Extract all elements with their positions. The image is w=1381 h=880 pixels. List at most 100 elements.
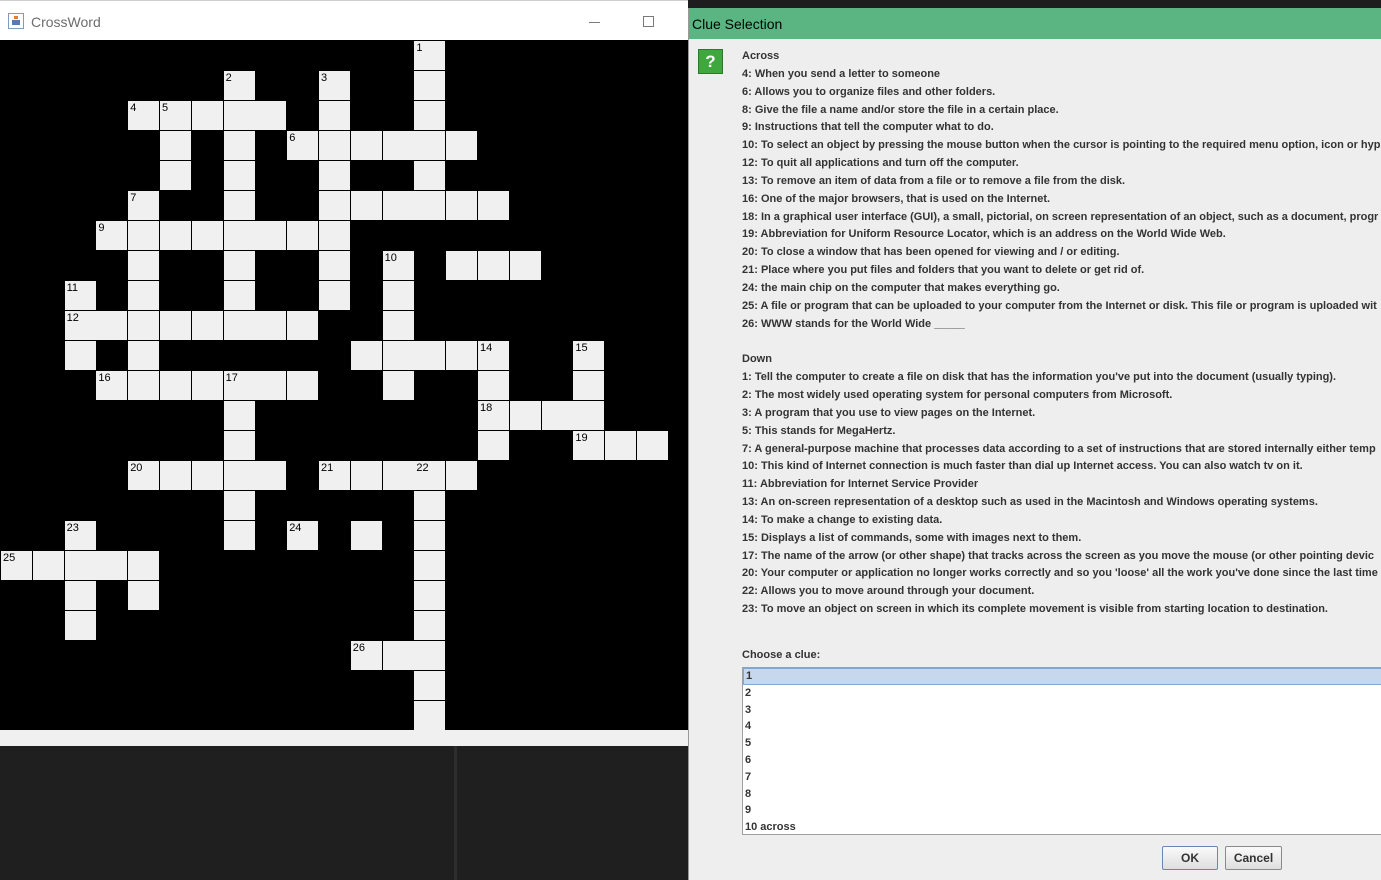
grid-cell[interactable]: 5 [160, 101, 191, 130]
grid-cell[interactable]: 20 [128, 461, 160, 490]
grid-cell[interactable] [414, 581, 446, 610]
grid-cell[interactable] [605, 431, 637, 460]
grid-cell[interactable] [573, 401, 605, 430]
grid-cell[interactable] [414, 671, 446, 700]
grid-cell[interactable] [32, 551, 64, 580]
grid-cell[interactable] [446, 191, 478, 220]
grid-cell[interactable] [414, 101, 446, 130]
grid-cell[interactable] [509, 251, 541, 280]
grid-cell[interactable] [541, 401, 573, 430]
list-item[interactable]: 9 [743, 802, 1381, 819]
grid-cell[interactable] [382, 281, 414, 310]
grid-cell[interactable] [382, 341, 414, 370]
grid-cell[interactable] [160, 311, 191, 340]
grid-cell[interactable] [223, 401, 255, 430]
grid-cell[interactable]: 11 [64, 281, 96, 310]
grid-cell[interactable] [382, 641, 414, 670]
grid-cell[interactable] [414, 341, 446, 370]
grid-cell[interactable] [223, 461, 255, 490]
grid-cell[interactable]: 10 [382, 251, 414, 280]
grid-cell[interactable] [319, 191, 350, 220]
grid-cell[interactable] [255, 371, 287, 400]
grid-cell[interactable]: 26 [350, 641, 382, 670]
grid-cell[interactable] [223, 161, 255, 190]
cancel-button[interactable]: Cancel [1225, 846, 1282, 870]
grid-cell[interactable] [414, 701, 446, 730]
grid-cell[interactable] [414, 551, 446, 580]
grid-cell[interactable]: 18 [478, 401, 509, 430]
grid-cell[interactable] [382, 131, 414, 160]
list-item[interactable]: 8 [743, 786, 1381, 803]
grid-cell[interactable] [160, 221, 191, 250]
grid-cell[interactable] [255, 311, 287, 340]
grid-cell[interactable] [478, 371, 509, 400]
grid-cell[interactable] [64, 611, 96, 640]
grid-cell[interactable] [160, 161, 191, 190]
maximize-button[interactable] [636, 9, 660, 35]
grid-cell[interactable] [223, 191, 255, 220]
grid-cell[interactable]: 9 [96, 221, 128, 250]
grid-cell[interactable] [382, 461, 414, 490]
main-title-bar[interactable]: CrossWord [0, 0, 688, 40]
grid-cell[interactable]: 12 [64, 311, 96, 340]
grid-cell[interactable] [128, 551, 160, 580]
crossword-grid[interactable]: 1 2 3 4 5 6 7 9 10 11 12 14 15 16 17 18 19 20 21 22 23 24 25 26 [0, 40, 688, 730]
grid-cell[interactable] [160, 371, 191, 400]
grid-cell[interactable] [223, 311, 255, 340]
grid-cell[interactable]: 4 [128, 101, 160, 130]
grid-cell[interactable]: 3 [319, 71, 350, 100]
list-item[interactable]: 10 across [743, 819, 1381, 834]
list-item[interactable]: 6 [743, 752, 1381, 769]
list-item[interactable]: 3 [743, 702, 1381, 719]
grid-cell[interactable] [350, 521, 382, 550]
list-item[interactable]: 4 [743, 718, 1381, 735]
grid-cell[interactable] [128, 311, 160, 340]
grid-cell[interactable] [223, 521, 255, 550]
grid-cell[interactable]: 19 [573, 431, 605, 460]
grid-cell[interactable] [128, 581, 160, 610]
grid-cell[interactable] [128, 251, 160, 280]
grid-cell[interactable] [446, 251, 478, 280]
grid-cell[interactable]: 25 [1, 551, 32, 580]
grid-cell[interactable] [96, 311, 128, 340]
grid-cell[interactable] [414, 491, 446, 520]
grid-cell[interactable] [446, 461, 478, 490]
list-item[interactable]: 5 [743, 735, 1381, 752]
grid-cell[interactable] [414, 191, 446, 220]
dialog-title-bar[interactable]: Clue Selection [689, 8, 1381, 39]
grid-cell[interactable] [446, 341, 478, 370]
grid-cell[interactable] [255, 101, 287, 130]
grid-cell[interactable] [160, 461, 191, 490]
list-item[interactable]: 7 [743, 769, 1381, 786]
grid-cell[interactable] [478, 251, 509, 280]
grid-cell[interactable] [414, 161, 446, 190]
grid-cell[interactable]: 23 [64, 521, 96, 550]
grid-cell[interactable] [64, 341, 96, 370]
grid-cell[interactable] [319, 281, 350, 310]
grid-cell[interactable] [128, 221, 160, 250]
clue-list[interactable]: 1 2 3 4 5 6 7 8 9 10 across [742, 667, 1381, 835]
grid-cell[interactable] [191, 311, 223, 340]
grid-cell[interactable]: 7 [128, 191, 160, 220]
grid-cell[interactable] [319, 161, 350, 190]
grid-cell[interactable] [223, 491, 255, 520]
grid-cell[interactable] [191, 221, 223, 250]
grid-cell[interactable] [414, 641, 446, 670]
grid-cell[interactable] [319, 101, 350, 130]
grid-cell[interactable] [223, 431, 255, 460]
grid-cell[interactable] [350, 131, 382, 160]
grid-cell[interactable] [382, 371, 414, 400]
grid-cell[interactable]: 15 [573, 341, 605, 370]
grid-cell[interactable] [255, 221, 287, 250]
grid-cell[interactable] [382, 191, 414, 220]
grid-cell[interactable] [223, 251, 255, 280]
grid-cell[interactable] [223, 281, 255, 310]
grid-cell[interactable]: 24 [287, 521, 319, 550]
grid-cell[interactable] [128, 341, 160, 370]
grid-cell[interactable] [350, 341, 382, 370]
grid-cell[interactable] [382, 311, 414, 340]
grid-cell[interactable] [128, 371, 160, 400]
grid-cell[interactable] [637, 431, 668, 460]
grid-cell[interactable] [509, 401, 541, 430]
grid-cell[interactable] [287, 371, 319, 400]
